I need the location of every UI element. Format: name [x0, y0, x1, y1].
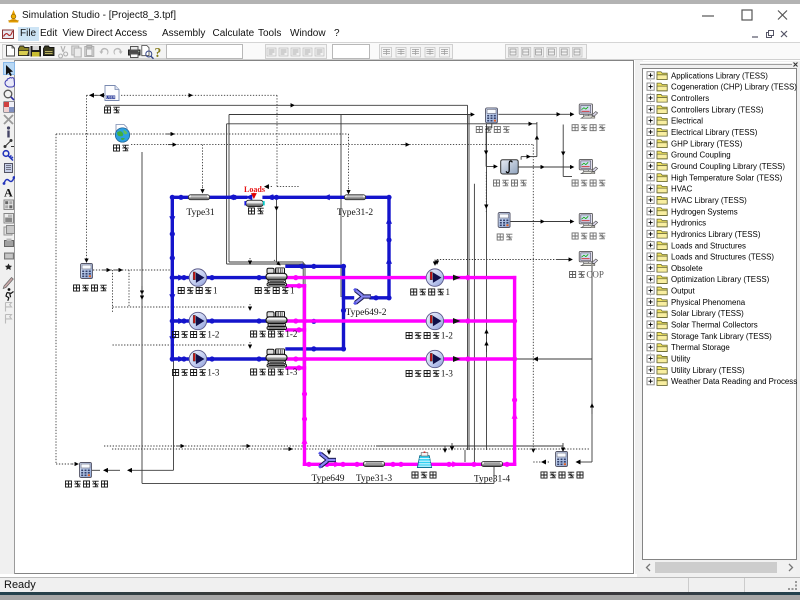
svg-text:HVAC: HVAC	[671, 185, 693, 194]
svg-text:Solar Library (TESS): Solar Library (TESS)	[671, 309, 744, 318]
svg-text:Hydrogen Systems: Hydrogen Systems	[671, 207, 738, 216]
svg-text:Applications Library (TESS): Applications Library (TESS)	[671, 71, 768, 80]
svg-text:GHP Library (TESS): GHP Library (TESS)	[671, 139, 743, 148]
svg-text:Loads and Structures: Loads and Structures	[671, 241, 746, 250]
svg-text:Ground Coupling Library (TESS): Ground Coupling Library (TESS)	[671, 162, 785, 171]
svg-text:Optimization Library (TESS): Optimization Library (TESS)	[671, 275, 770, 284]
svg-text:Utility Library (TESS): Utility Library (TESS)	[671, 366, 745, 375]
svg-text:HVAC Library (TESS): HVAC Library (TESS)	[671, 196, 747, 205]
svg-text:Electrical: Electrical	[671, 117, 703, 126]
svg-text:Weather Data Reading and Proce: Weather Data Reading and Process	[671, 377, 797, 386]
svg-text:Utility: Utility	[671, 355, 690, 364]
svg-text:Loads and Structures (TESS): Loads and Structures (TESS)	[671, 253, 774, 262]
svg-text:Hydronics Library (TESS): Hydronics Library (TESS)	[671, 230, 761, 239]
svg-text:High Temperature Solar (TESS): High Temperature Solar (TESS)	[671, 173, 783, 182]
svg-text:Obsolete: Obsolete	[671, 264, 703, 273]
svg-text:Physical Phenomena: Physical Phenomena	[671, 298, 746, 307]
svg-text:Ground Coupling: Ground Coupling	[671, 151, 731, 160]
svg-text:Controllers Library (TESS): Controllers Library (TESS)	[671, 105, 764, 114]
svg-text:Cogeneration (CHP) Library (TE: Cogeneration (CHP) Library (TESS)	[671, 83, 797, 92]
svg-text:Storage Tank Library (TESS): Storage Tank Library (TESS)	[671, 332, 772, 341]
svg-text:Electrical Library (TESS): Electrical Library (TESS)	[671, 128, 758, 137]
svg-text:Solar Thermal Collectors: Solar Thermal Collectors	[671, 321, 758, 330]
svg-text:Output: Output	[671, 287, 695, 296]
svg-text:Hydronics: Hydronics	[671, 219, 706, 228]
svg-text:Thermal Storage: Thermal Storage	[671, 343, 730, 352]
svg-text:Controllers: Controllers	[671, 94, 709, 103]
